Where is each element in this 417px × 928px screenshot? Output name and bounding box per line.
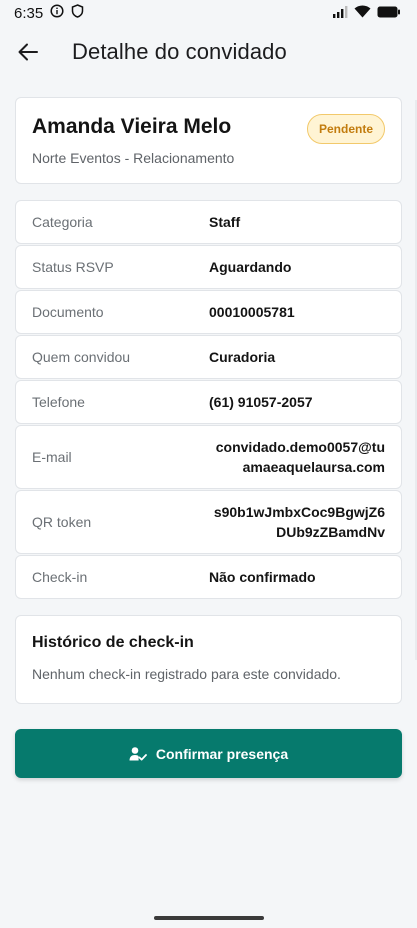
history-title: Histórico de check-in	[32, 634, 194, 651]
detail-label: Telefone	[32, 394, 85, 410]
detail-value: Aguardando	[209, 259, 292, 275]
detail-value: s90b1wJmbxCoc9BgwjZ6DUb9zZBamdNv	[213, 504, 385, 540]
person-check-icon	[129, 746, 147, 760]
checkin-history-card: Histórico de check-in Nenhum check-in re…	[15, 615, 402, 704]
home-indicator[interactable]	[154, 916, 264, 920]
app-bar: Detalhe do convidado	[0, 26, 417, 78]
guest-card: Amanda Vieira Melo Norte Eventos - Relac…	[15, 97, 402, 184]
detail-label: Quem convidou	[32, 349, 131, 365]
detail-row-qr-token: QR token s90b1wJmbxCoc9BgwjZ6DUb9zZBamdN…	[15, 490, 402, 554]
detail-label: QR token	[32, 514, 92, 530]
detail-row-status-rsvp: Status RSVP Aguardando	[15, 245, 402, 289]
back-button[interactable]	[14, 38, 42, 66]
details-list: Categoria Staff Status RSVP Aguardando D…	[0, 200, 417, 599]
status-bar: 6:35	[0, 0, 417, 26]
detail-value: (61) 91057-2057	[209, 394, 313, 410]
history-empty-text: Nenhum check-in registrado para este con…	[32, 666, 341, 682]
detail-label: Check-in	[32, 569, 88, 585]
detail-row-email: E-mail convidado.demo0057@tuamaeaquelaur…	[15, 425, 402, 489]
detail-row-quem-convidou: Quem convidou Curadoria	[15, 335, 402, 379]
status-badge: Pendente	[306, 114, 385, 144]
detail-label: E-mail	[32, 449, 72, 465]
confirm-presence-button[interactable]: Confirmar presença	[15, 729, 402, 778]
battery-icon	[377, 5, 401, 22]
detail-value: convidado.demo0057@tuamaeaquelaursa.com	[215, 439, 385, 475]
info-icon	[50, 4, 64, 22]
detail-value: Curadoria	[209, 349, 276, 365]
detail-row-check-in: Check-in Não confirmado	[15, 555, 402, 599]
detail-row-telefone: Telefone (61) 91057-2057	[15, 380, 402, 424]
detail-value: 00010005781	[209, 304, 295, 320]
signal-icon	[332, 5, 348, 22]
status-right	[332, 5, 401, 22]
detail-label: Status RSVP	[32, 259, 114, 275]
detail-label: Categoria	[32, 214, 93, 230]
detail-row-categoria: Categoria Staff	[15, 200, 402, 244]
status-left: 6:35	[14, 4, 84, 22]
detail-value: Não confirmado	[209, 569, 316, 585]
shield-icon	[71, 4, 84, 22]
guest-subtitle: Norte Eventos - Relacionamento	[32, 150, 235, 166]
detail-label: Documento	[32, 304, 104, 320]
detail-value: Staff	[209, 214, 241, 230]
status-time: 6:35	[14, 4, 44, 22]
detail-row-documento: Documento 00010005781	[15, 290, 402, 334]
page-title: Detalhe do convidado	[72, 39, 287, 64]
wifi-icon	[354, 5, 371, 22]
arrow-left-icon	[18, 43, 38, 61]
confirm-presence-label: Confirmar presença	[155, 745, 289, 762]
